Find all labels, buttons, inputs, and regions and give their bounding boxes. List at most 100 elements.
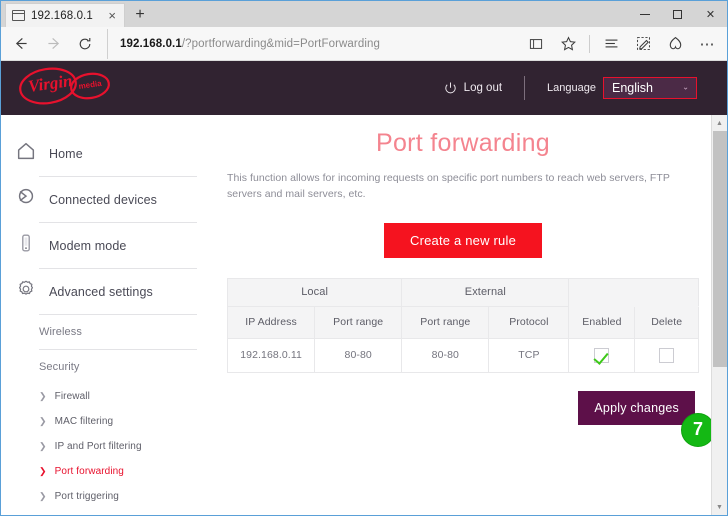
page-content: Virgin media Log out Language English ⌄ (1, 61, 727, 515)
forward-icon[interactable] (37, 29, 69, 59)
more-icon[interactable]: ⋯ (691, 29, 723, 59)
sidebar-item-label: Advanced settings (49, 284, 153, 299)
create-rule-row: Create a new rule (227, 222, 699, 258)
back-icon[interactable] (5, 29, 37, 59)
devices-icon (15, 186, 37, 213)
logout-label: Log out (463, 82, 503, 94)
group-header-external: External (401, 277, 570, 307)
scrollbar-thumb[interactable] (712, 131, 727, 367)
power-icon (444, 82, 456, 93)
gear-icon (15, 278, 37, 305)
language-label: Language (547, 82, 596, 94)
page-scrollbar[interactable]: ▲ ▼ (711, 115, 727, 515)
chevron-right-icon: ❯ (39, 391, 47, 401)
close-tab-icon[interactable]: × (106, 9, 118, 22)
minimize-icon[interactable] (628, 1, 661, 27)
column-header-local-port-range: Port range (314, 305, 403, 339)
toolbar-divider (589, 34, 590, 53)
star-icon[interactable] (552, 29, 584, 59)
sidebar-item-ip-and-port-filtering[interactable]: ❯ IP and Port filtering (1, 434, 219, 459)
svg-text:Virgin: Virgin (27, 70, 74, 95)
sidebar-item-connected-devices[interactable]: Connected devices (1, 177, 219, 222)
svg-text:media: media (78, 78, 103, 90)
cell-enabled (568, 337, 636, 373)
sidebar-item-label: Firewall (54, 391, 90, 402)
chevron-right-icon: ❯ (39, 416, 47, 426)
refresh-icon[interactable] (69, 29, 101, 59)
new-tab-button[interactable]: + (125, 3, 155, 27)
main-content: Port forwarding This function allows for… (219, 115, 727, 515)
toolbar-actions: ⋯ (520, 29, 723, 59)
logout-button[interactable]: Log out (443, 81, 502, 96)
book-icon[interactable] (520, 29, 552, 59)
sidebar-item-label: Modem mode (49, 238, 127, 253)
share-icon[interactable] (659, 29, 691, 59)
cell-protocol: TCP (488, 337, 570, 373)
browser-titlebar: 192.168.0.1 × + ✕ (1, 1, 727, 27)
browser-tab[interactable]: 192.168.0.1 × (5, 3, 125, 27)
sidebar-item-label: Port triggering (54, 491, 119, 502)
sidebar: Home Connected devices Modem mode Advanc… (1, 115, 219, 515)
scrollbar-track[interactable] (712, 131, 728, 499)
sidebar-item-label: Port forwarding (54, 466, 124, 477)
group-header-blank (568, 277, 699, 307)
cell-external-port-range: 80-80 (401, 337, 490, 373)
chevron-right-icon: ❯ (39, 491, 47, 501)
group-header-local: Local (226, 277, 403, 307)
page-icon (12, 10, 25, 21)
port-forwarding-table: Local External IP Address Port range Por… (226, 277, 699, 373)
url-host: 192.168.0.1 (120, 37, 182, 50)
cell-ip-address: 192.168.0.11 (226, 337, 316, 373)
sidebar-item-label: MAC filtering (54, 416, 114, 427)
window-controls: ✕ (628, 1, 727, 27)
column-header-protocol: Protocol (488, 305, 570, 339)
sidebar-item-port-forwarding[interactable]: ❯ Port forwarding (1, 459, 219, 484)
virgin-media-logo-icon[interactable]: Virgin media (17, 65, 113, 112)
site-header: Virgin media Log out Language English ⌄ (1, 61, 727, 115)
create-new-rule-button[interactable]: Create a new rule (383, 222, 542, 258)
address-bar[interactable]: 192.168.0.1/?portforwarding&mid=PortForw… (107, 28, 520, 59)
page-body: Home Connected devices Modem mode Advanc… (1, 115, 727, 515)
hub-icon[interactable] (595, 29, 627, 59)
column-header-external-port-range: Port range (401, 305, 490, 339)
page-title: Port forwarding (375, 129, 551, 157)
column-header-enabled: Enabled (568, 305, 636, 339)
table-header-row: IP Address Port range Port range Protoco… (226, 305, 699, 339)
url-path: /?portforwarding&mid=PortForwarding (181, 37, 380, 50)
pen-icon[interactable] (627, 29, 659, 59)
header-divider (524, 76, 526, 100)
cell-local-port-range: 80-80 (314, 337, 403, 373)
chevron-right-icon: ❯ (39, 466, 47, 476)
sidebar-item-modem-mode[interactable]: Modem mode (1, 223, 219, 268)
browser-window: 192.168.0.1 × + ✕ 192.168.0.1/?portforwa… (0, 0, 728, 516)
sidebar-item-advanced-settings[interactable]: Advanced settings (1, 269, 219, 314)
language-value: English (612, 81, 653, 95)
enabled-checkbox[interactable] (594, 347, 610, 363)
column-header-delete: Delete (634, 305, 699, 339)
sidebar-item-port-triggering[interactable]: ❯ Port triggering (1, 484, 219, 509)
apply-changes-row: Apply changes 7 (227, 390, 715, 447)
maximize-icon[interactable] (661, 1, 694, 27)
close-window-icon[interactable]: ✕ (694, 1, 727, 27)
sidebar-section-security: Security (39, 361, 80, 373)
sidebar-item-label: Home (49, 146, 83, 161)
sidebar-item-mac-filtering[interactable]: ❯ MAC filtering (1, 409, 219, 434)
language-select[interactable]: English ⌄ (603, 77, 697, 99)
tab-title: 192.168.0.1 (31, 9, 93, 22)
apply-changes-button[interactable]: Apply changes (578, 390, 695, 425)
modem-icon (15, 232, 37, 259)
sidebar-item-label: Connected devices (49, 192, 158, 207)
column-header-local-ip-address: IP Address (226, 305, 316, 339)
sidebar-item-label: IP and Port filtering (54, 441, 142, 452)
chevron-down-icon: ⌄ (682, 82, 689, 92)
sidebar-item-home[interactable]: Home (1, 131, 219, 176)
step-badge: 7 (681, 412, 715, 447)
delete-checkbox[interactable] (659, 347, 675, 363)
sidebar-item-wireless[interactable]: Wireless (1, 315, 219, 349)
scroll-down-icon[interactable]: ▼ (712, 499, 728, 515)
table-group-header-row: Local External (226, 277, 699, 307)
sidebar-item-firewall[interactable]: ❯ Firewall (1, 384, 219, 409)
scroll-up-icon[interactable]: ▲ (712, 115, 728, 131)
header-actions: Log out Language English ⌄ (443, 76, 727, 100)
browser-toolbar: 192.168.0.1/?portforwarding&mid=PortForw… (1, 27, 727, 61)
